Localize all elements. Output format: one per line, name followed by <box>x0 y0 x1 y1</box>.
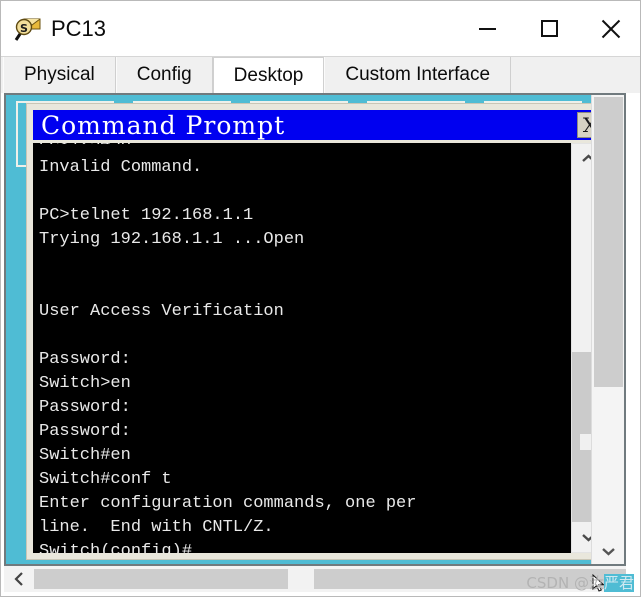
right-edge-strip <box>629 185 640 596</box>
tab-desktop-label: Desktop <box>233 64 304 86</box>
window-title: PC13 <box>51 15 107 41</box>
minimize-icon <box>478 27 496 30</box>
tab-config-label: Config <box>136 64 192 85</box>
command-prompt-body: PC>123456 Invalid Command. PC>telnet 192.… <box>33 143 591 553</box>
tab-physical[interactable]: Physical <box>3 57 116 93</box>
terminal-scroll-track[interactable] <box>572 174 591 532</box>
terminal-line: Switch>en <box>39 374 131 393</box>
chevron-left-icon[interactable] <box>4 566 34 592</box>
terminal-line: Switch(config)# <box>39 542 193 553</box>
tab-custom-interface[interactable]: Custom Interface <box>324 57 512 93</box>
terminal-line: PC>telnet 192.168.1.1 <box>39 206 254 225</box>
maximize-button[interactable] <box>518 1 580 56</box>
command-prompt-close-button[interactable]: X <box>577 112 591 138</box>
terminal-line: Switch#conf t <box>39 470 172 489</box>
desktop-hscroll-thumb[interactable] <box>288 569 314 589</box>
tab-custom-interface-label: Custom Interface <box>345 64 491 85</box>
window-titlebar: S PC13 <box>1 1 640 56</box>
svg-text:S: S <box>20 22 28 35</box>
maximize-icon <box>540 20 558 37</box>
terminal-line: Enter configuration commands, one per <box>39 494 417 513</box>
desktop-hscroll-track[interactable] <box>34 569 626 589</box>
close-icon <box>599 17 623 41</box>
desktop-canvas: Command Prompt X PC>123456 Invalid Comman… <box>6 95 591 564</box>
chevron-up-icon[interactable] <box>572 144 591 174</box>
minimize-button[interactable] <box>456 1 518 56</box>
terminal-scroll-grip <box>580 434 591 450</box>
terminal-vertical-scrollbar[interactable] <box>571 143 591 553</box>
terminal-line: User Access Verification <box>39 302 284 321</box>
desktop-vertical-scrollbar[interactable] <box>591 95 624 564</box>
terminal-line: PC>123456 <box>39 143 579 144</box>
tab-config[interactable]: Config <box>115 57 213 93</box>
close-button[interactable] <box>580 1 640 56</box>
desktop-frame: Command Prompt X PC>123456 Invalid Comman… <box>4 93 626 566</box>
terminal-scroll-thumb[interactable] <box>572 352 591 532</box>
terminal-line: Password: <box>39 398 131 417</box>
command-prompt-close-label: X <box>583 115 591 135</box>
window-controls <box>456 1 640 56</box>
tab-bar: Physical Config Desktop Custom Interface <box>1 56 640 93</box>
desktop-horizontal-scrollbar[interactable] <box>4 566 626 592</box>
terminal-line: Invalid Command. <box>39 158 203 177</box>
terminal-line: Switch#en <box>39 446 131 465</box>
terminal-line: Trying 192.168.1.1 ...Open <box>39 230 305 249</box>
desktop-scroll-thumb[interactable] <box>594 97 623 387</box>
terminal-line: line. End with CNTL/Z. <box>39 518 274 537</box>
titlebar-left-group: S PC13 <box>1 14 106 44</box>
packet-tracer-pc-icon: S <box>13 14 43 44</box>
terminal-line: Password: <box>39 350 131 369</box>
command-prompt-titlebar[interactable]: Command Prompt X <box>33 110 591 140</box>
chevron-down-icon[interactable] <box>572 522 591 552</box>
command-prompt-title: Command Prompt <box>41 110 286 140</box>
pc13-device-window: S PC13 Physical Config Desktop Custom In… <box>0 0 641 597</box>
chevron-down-icon[interactable] <box>592 538 624 564</box>
terminal-line: Password: <box>39 422 131 441</box>
desktop-pane: Command Prompt X PC>123456 Invalid Comman… <box>1 93 640 596</box>
terminal-output[interactable]: PC>123456 Invalid Command. PC>telnet 192.… <box>33 143 579 553</box>
tab-desktop[interactable]: Desktop <box>212 57 325 93</box>
command-prompt-window: Command Prompt X PC>123456 Invalid Comman… <box>26 103 591 560</box>
tab-physical-label: Physical <box>24 64 95 85</box>
